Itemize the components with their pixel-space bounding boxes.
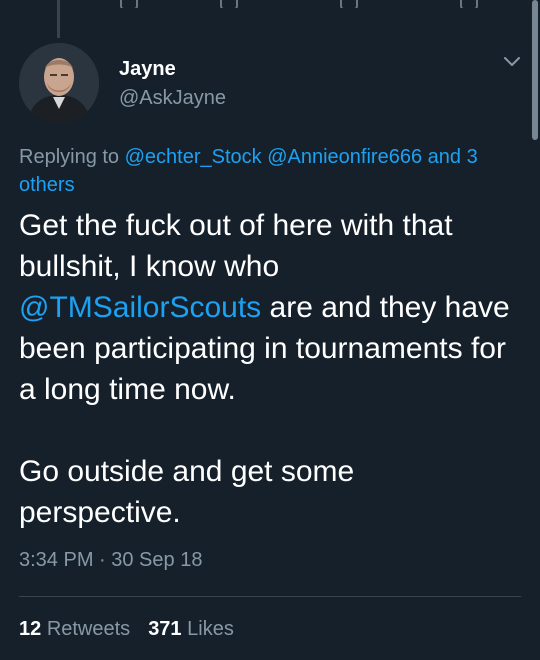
- likes-stat[interactable]: 371 Likes: [148, 618, 234, 640]
- share-icon[interactable]: [460, 0, 478, 8]
- previous-tweet-actions: [100, 0, 520, 8]
- tweet-text: Get the fuck out of here with that bulls…: [19, 205, 524, 533]
- tweet-timestamp[interactable]: 3:34 PM · 30 Sep 18: [19, 549, 202, 572]
- tweet-paragraph: Go outside and get some perspective.: [19, 455, 355, 529]
- retweets-count: 12: [19, 618, 42, 640]
- author-name[interactable]: Jayne: [119, 58, 176, 81]
- and-label[interactable]: and: [428, 146, 461, 168]
- author-handle[interactable]: @AskJayne: [119, 87, 226, 110]
- thread-connector-line: [57, 0, 60, 38]
- replying-to-label: Replying to: [19, 146, 120, 168]
- mention-link[interactable]: @TMSailorScouts: [19, 291, 261, 324]
- like-icon[interactable]: [340, 0, 358, 8]
- tweet-text-line: Get the fuck out of here with that bulls…: [19, 209, 453, 283]
- retweets-stat[interactable]: 12 Retweets: [19, 618, 130, 640]
- retweet-icon[interactable]: [220, 0, 238, 8]
- likes-count: 371: [148, 618, 182, 640]
- tweet-paragraph: Get the fuck out of here with that bulls…: [19, 205, 524, 410]
- mention-link[interactable]: @echter_Stock: [125, 146, 262, 168]
- engagement-stats: 12 Retweets 371 Likes: [19, 618, 234, 641]
- replying-to: Replying to @echter_Stock @Annieonfire66…: [19, 143, 519, 199]
- likes-label: Likes: [187, 618, 234, 640]
- scrollbar-thumb[interactable]: [532, 0, 538, 140]
- reply-icon[interactable]: [120, 0, 138, 8]
- retweets-label: Retweets: [46, 618, 131, 640]
- avatar[interactable]: [19, 43, 99, 123]
- mention-link[interactable]: @Annieonfire666: [267, 146, 422, 168]
- divider: [19, 596, 521, 597]
- chevron-down-icon[interactable]: [503, 56, 521, 68]
- avatar-image: [19, 43, 99, 123]
